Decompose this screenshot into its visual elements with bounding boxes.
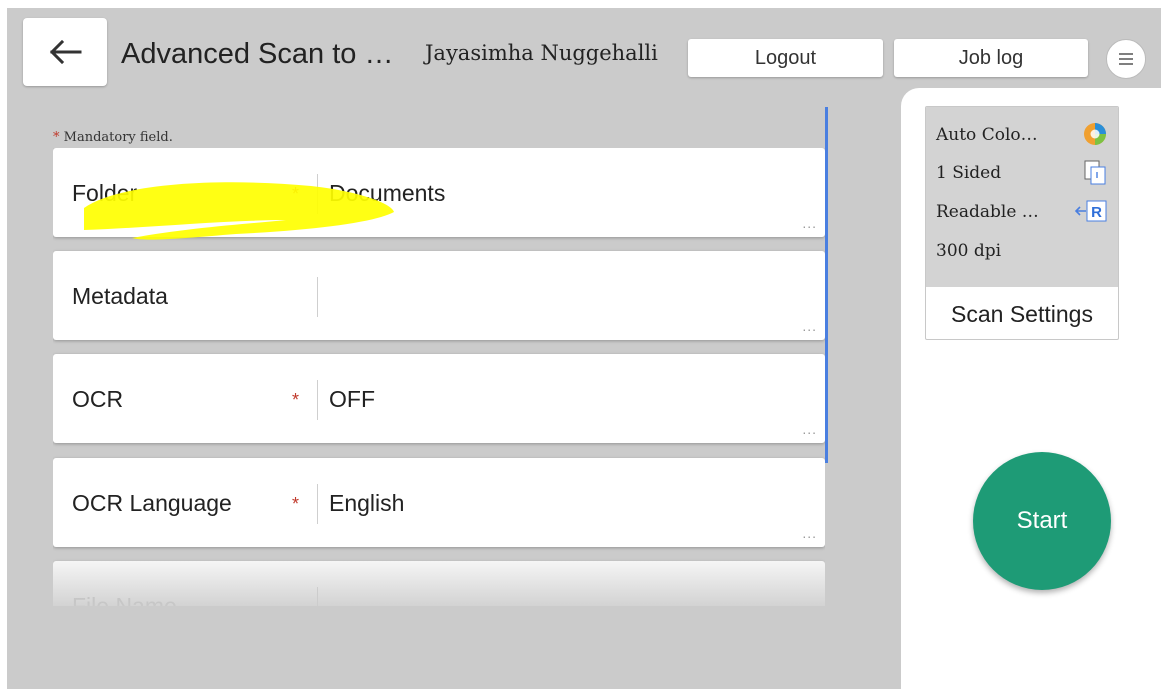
color-mode-text: Auto Colo… <box>936 125 1038 145</box>
more-options-icon: ... <box>802 215 817 231</box>
logout-button[interactable]: Logout <box>688 39 883 77</box>
job-log-button[interactable]: Job log <box>894 39 1088 77</box>
field-value-ocr: OFF <box>329 386 375 412</box>
more-options-icon: ... <box>802 318 817 334</box>
arrow-left-icon <box>49 40 82 64</box>
field-value-folder: Documents <box>329 180 446 206</box>
side-panel: Auto Colo… 1 Sided Readable … R 300 dpi … <box>901 88 1161 689</box>
sides-text: 1 Sided <box>936 163 1002 183</box>
scan-settings-button[interactable]: Scan Settings <box>926 287 1118 339</box>
more-options-icon: ... <box>802 525 817 541</box>
field-label-folder: Folder <box>72 180 138 206</box>
field-value-ocr-language: English <box>329 490 405 516</box>
mandatory-field-note: * Mandatory field. <box>53 130 173 145</box>
field-row-ocr[interactable]: OCR * OFF ... <box>53 354 825 443</box>
app-frame: Advanced Scan to … Jayasimha Nuggehalli … <box>7 8 1161 689</box>
field-label-file-name: File Name <box>72 593 177 606</box>
mandatory-star: * <box>53 130 60 145</box>
field-list[interactable]: Folder * Documents ... Metadata ... OCR … <box>53 148 825 606</box>
field-divider <box>317 277 318 317</box>
field-divider <box>317 587 318 606</box>
required-star: * <box>292 390 300 410</box>
field-row-file-name[interactable]: File Name <box>53 561 825 606</box>
hamburger-menu-icon <box>1119 53 1133 65</box>
field-divider <box>317 380 318 420</box>
field-divider <box>317 174 318 214</box>
field-row-metadata[interactable]: Metadata ... <box>53 251 825 340</box>
auto-color-icon <box>1084 123 1106 145</box>
field-divider <box>317 484 318 524</box>
list-scrollbar[interactable] <box>825 107 828 463</box>
more-options-icon: ... <box>802 421 817 437</box>
field-row-folder[interactable]: Folder * Documents ... <box>53 148 825 237</box>
one-sided-icon <box>1084 160 1106 185</box>
field-label-metadata: Metadata <box>72 283 168 309</box>
menu-button[interactable] <box>1106 39 1146 79</box>
header-bar: Advanced Scan to … Jayasimha Nuggehalli … <box>7 8 1161 98</box>
field-label-ocr-language: OCR Language <box>72 490 232 516</box>
mandatory-note-text: Mandatory field. <box>63 130 173 145</box>
readable-direction-letter: R <box>1091 204 1102 221</box>
scan-settings-card[interactable]: Auto Colo… 1 Sided Readable … R 300 dpi … <box>925 106 1119 340</box>
scan-settings-summary[interactable]: Auto Colo… 1 Sided Readable … R 300 dpi <box>926 107 1118 287</box>
page-title: Advanced Scan to … <box>121 38 394 70</box>
orientation-text: Readable … <box>936 202 1039 222</box>
required-star: * <box>292 494 300 514</box>
field-row-ocr-language[interactable]: OCR Language * English ... <box>53 458 825 547</box>
field-label-ocr: OCR <box>72 386 124 412</box>
back-button[interactable] <box>23 18 107 86</box>
start-button[interactable]: Start <box>973 452 1111 590</box>
user-name: Jayasimha Nuggehalli <box>425 41 658 65</box>
required-star: * <box>292 184 300 204</box>
resolution-text: 300 dpi <box>936 241 1002 261</box>
readable-direction-icon: R <box>1074 200 1107 222</box>
